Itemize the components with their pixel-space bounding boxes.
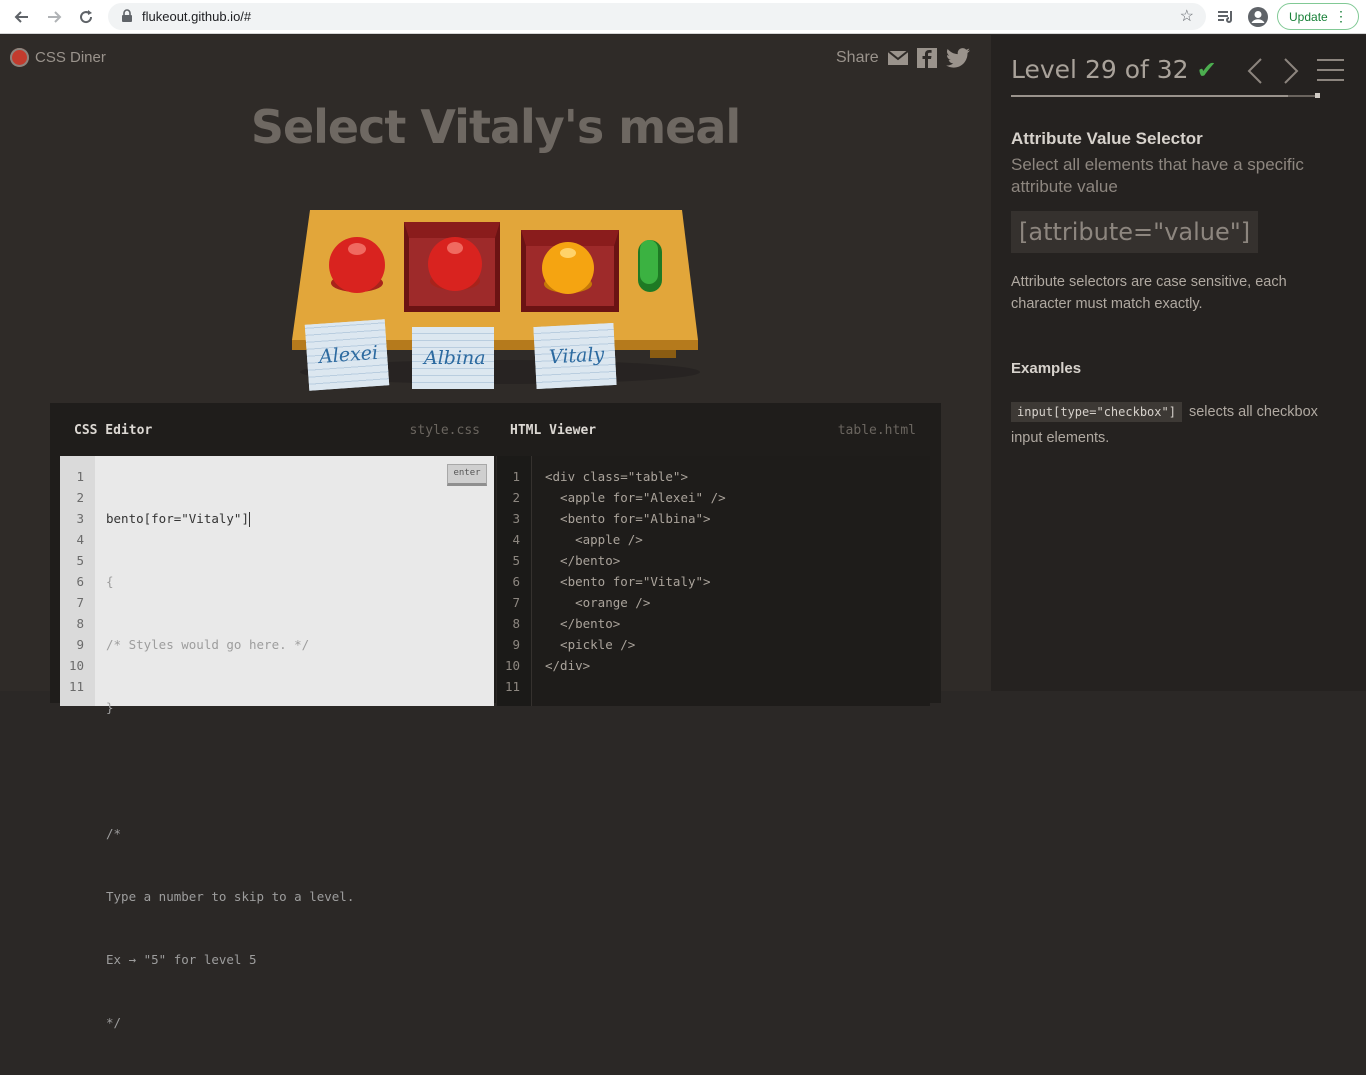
level-order-title: Select Vitaly's meal: [250, 100, 741, 154]
css-line-numbers: 1 2 3 4 5 6 7 8 9 10 11: [60, 456, 95, 706]
css-editor-title: CSS Editor: [74, 422, 153, 438]
editor: CSS Editor style.css HTML Viewer table.h…: [50, 403, 941, 1030]
level-menu-icon[interactable]: [1317, 59, 1344, 81]
apple-in-bento[interactable]: [425, 235, 485, 295]
share-label: Share: [836, 49, 879, 66]
back-icon[interactable]: [9, 4, 35, 30]
lock-icon: [122, 9, 132, 22]
css-code: bento[for="Vitaly"] { /* Styles would go…: [106, 466, 354, 1075]
name-tag-albina: Albina: [412, 327, 494, 389]
css-line: */: [106, 1015, 122, 1030]
email-icon[interactable]: [887, 50, 908, 66]
examples-heading: Examples: [1011, 360, 1082, 377]
example-code: input[type="checkbox"]: [1011, 402, 1182, 422]
pickle[interactable]: [636, 238, 664, 296]
name-tag-vitaly: Vitaly: [533, 322, 617, 390]
example-item: input[type="checkbox"] selects all check…: [1011, 399, 1351, 451]
level-progress-marker: [1315, 93, 1320, 98]
level-progress-bar: [1011, 93, 1320, 98]
css-line: [106, 760, 354, 781]
previous-level-icon[interactable]: [1247, 57, 1263, 89]
html-file-name: table.html: [837, 422, 916, 438]
css-line: {: [106, 574, 114, 589]
completed-check-icon: ✔: [1196, 55, 1217, 84]
enter-button[interactable]: enter: [447, 464, 487, 486]
level-progress-fill: [1011, 95, 1289, 97]
dinner-table: Alexei Albina Vitaly: [290, 210, 710, 391]
selector-hint: Attribute selectors are case sensitive, …: [1011, 274, 1287, 312]
level-indicator: Level 29 of 32: [1011, 55, 1189, 84]
css-line: /*: [106, 826, 122, 841]
more-vert-icon: ⋮: [1334, 8, 1348, 24]
text-caret: [249, 512, 250, 527]
css-file-name: style.css: [409, 422, 480, 438]
share-bar: Share: [836, 48, 970, 68]
logo[interactable]: CSS Diner: [10, 48, 106, 67]
update-label: Update: [1289, 9, 1328, 24]
css-selector-input[interactable]: bento[for="Vitaly"]: [106, 511, 249, 526]
browser-toolbar: flukeout.github.io/# ☆ Update ⋮: [0, 0, 1366, 34]
game-area: CSS Diner Share Select Vitaly's meal Ale…: [0, 35, 991, 1030]
next-level-icon[interactable]: [1283, 57, 1299, 89]
css-line: /* Styles would go here. */: [106, 637, 310, 652]
css-editor-pane[interactable]: 1 2 3 4 5 6 7 8 9 10 11 bento[for="Vital…: [60, 456, 494, 1030]
level-header: Level 29 of 32 ✔: [1011, 55, 1217, 84]
css-line: Type a number to skip to a level.: [106, 889, 355, 904]
update-button[interactable]: Update ⋮: [1277, 3, 1359, 30]
twitter-icon[interactable]: [945, 48, 970, 68]
bookmark-star-icon[interactable]: ☆: [1180, 6, 1194, 26]
html-code[interactable]: <div class="table"> <apple for="Alexei" …: [545, 466, 726, 676]
address-bar[interactable]: flukeout.github.io/# ☆: [108, 3, 1206, 30]
css-editor-header: CSS Editor style.css: [60, 403, 494, 457]
profile-avatar-icon[interactable]: [1246, 5, 1270, 29]
orange-in-bento[interactable]: [539, 240, 597, 298]
html-line-numbers: 1 2 3 4 5 6 7 8 9 10 11: [497, 456, 532, 706]
apple-alexei[interactable]: [326, 235, 388, 297]
logo-text: CSS Diner: [35, 49, 106, 66]
url-text: flukeout.github.io/#: [142, 9, 252, 24]
facebook-icon[interactable]: [916, 48, 937, 68]
css-line: Ex → "5" for level 5: [106, 952, 257, 967]
selector-syntax: [attribute="value"]: [1011, 211, 1259, 253]
forward-icon[interactable]: [41, 4, 67, 30]
html-viewer-title: HTML Viewer: [510, 422, 597, 438]
level-sidebar: Level 29 of 32 ✔ Attribute Value Selecto…: [991, 35, 1366, 691]
html-viewer-header: HTML Viewer table.html: [496, 403, 930, 457]
logo-icon: [10, 48, 29, 67]
selector-name: Attribute Value Selector: [1011, 129, 1203, 148]
name-tag-alexei: Alexei: [304, 319, 390, 391]
reading-list-icon[interactable]: [1214, 5, 1238, 29]
selector-description: Select all elements that have a specific…: [1011, 155, 1304, 196]
reload-icon[interactable]: [73, 4, 99, 30]
css-line: }: [106, 700, 114, 715]
html-viewer-pane: 1 2 3 4 5 6 7 8 9 10 11 <div class="tabl…: [496, 456, 930, 706]
